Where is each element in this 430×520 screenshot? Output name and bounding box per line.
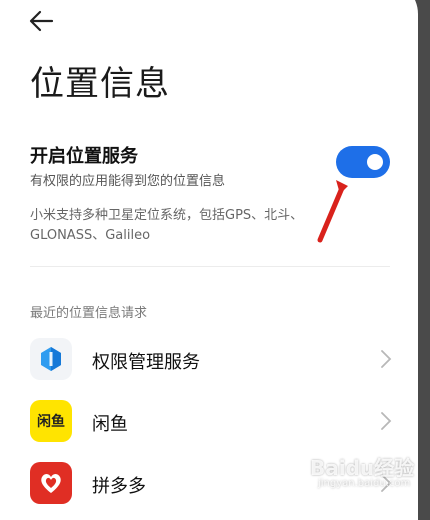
watermark-logo: Baidu经验 <box>310 456 415 480</box>
satellite-description: 小米支持多种卫星定位系统，包括GPS、北斗、GLONASS、Galileo <box>30 208 304 243</box>
device-edge <box>418 0 430 503</box>
list-item-xianyu[interactable]: 闲鱼 闲鱼 <box>30 400 392 444</box>
watermark-url: jingyan.baidu.com <box>318 478 411 489</box>
location-service-subtitle: 有权限的应用能得到您的位置信息 <box>30 174 226 189</box>
list-item-label: 拼多多 <box>92 476 146 497</box>
chevron-right-icon <box>381 350 392 368</box>
list-item-label: 闲鱼 <box>92 414 128 435</box>
location-service-title: 开启位置服务 <box>30 146 138 167</box>
recent-requests-label: 最近的位置信息请求 <box>30 306 148 321</box>
xianyu-icon-text: 闲鱼 <box>37 414 65 430</box>
list-item-label: 权限管理服务 <box>92 352 200 373</box>
back-arrow-icon[interactable] <box>26 8 56 34</box>
permission-manager-icon <box>30 338 72 380</box>
toggle-knob <box>367 154 383 170</box>
chevron-right-icon <box>381 412 392 430</box>
xianyu-app-icon: 闲鱼 <box>30 400 72 442</box>
divider <box>30 266 390 267</box>
page-title: 位置信息 <box>30 64 170 104</box>
settings-screen: 位置信息 开启位置服务 有权限的应用能得到您的位置信息 小米支持多种卫星定位系统… <box>0 0 418 520</box>
list-item-permission-manager[interactable]: 权限管理服务 <box>30 338 392 382</box>
pinduoduo-app-icon <box>30 462 72 504</box>
annotation-arrow-icon <box>317 180 348 243</box>
